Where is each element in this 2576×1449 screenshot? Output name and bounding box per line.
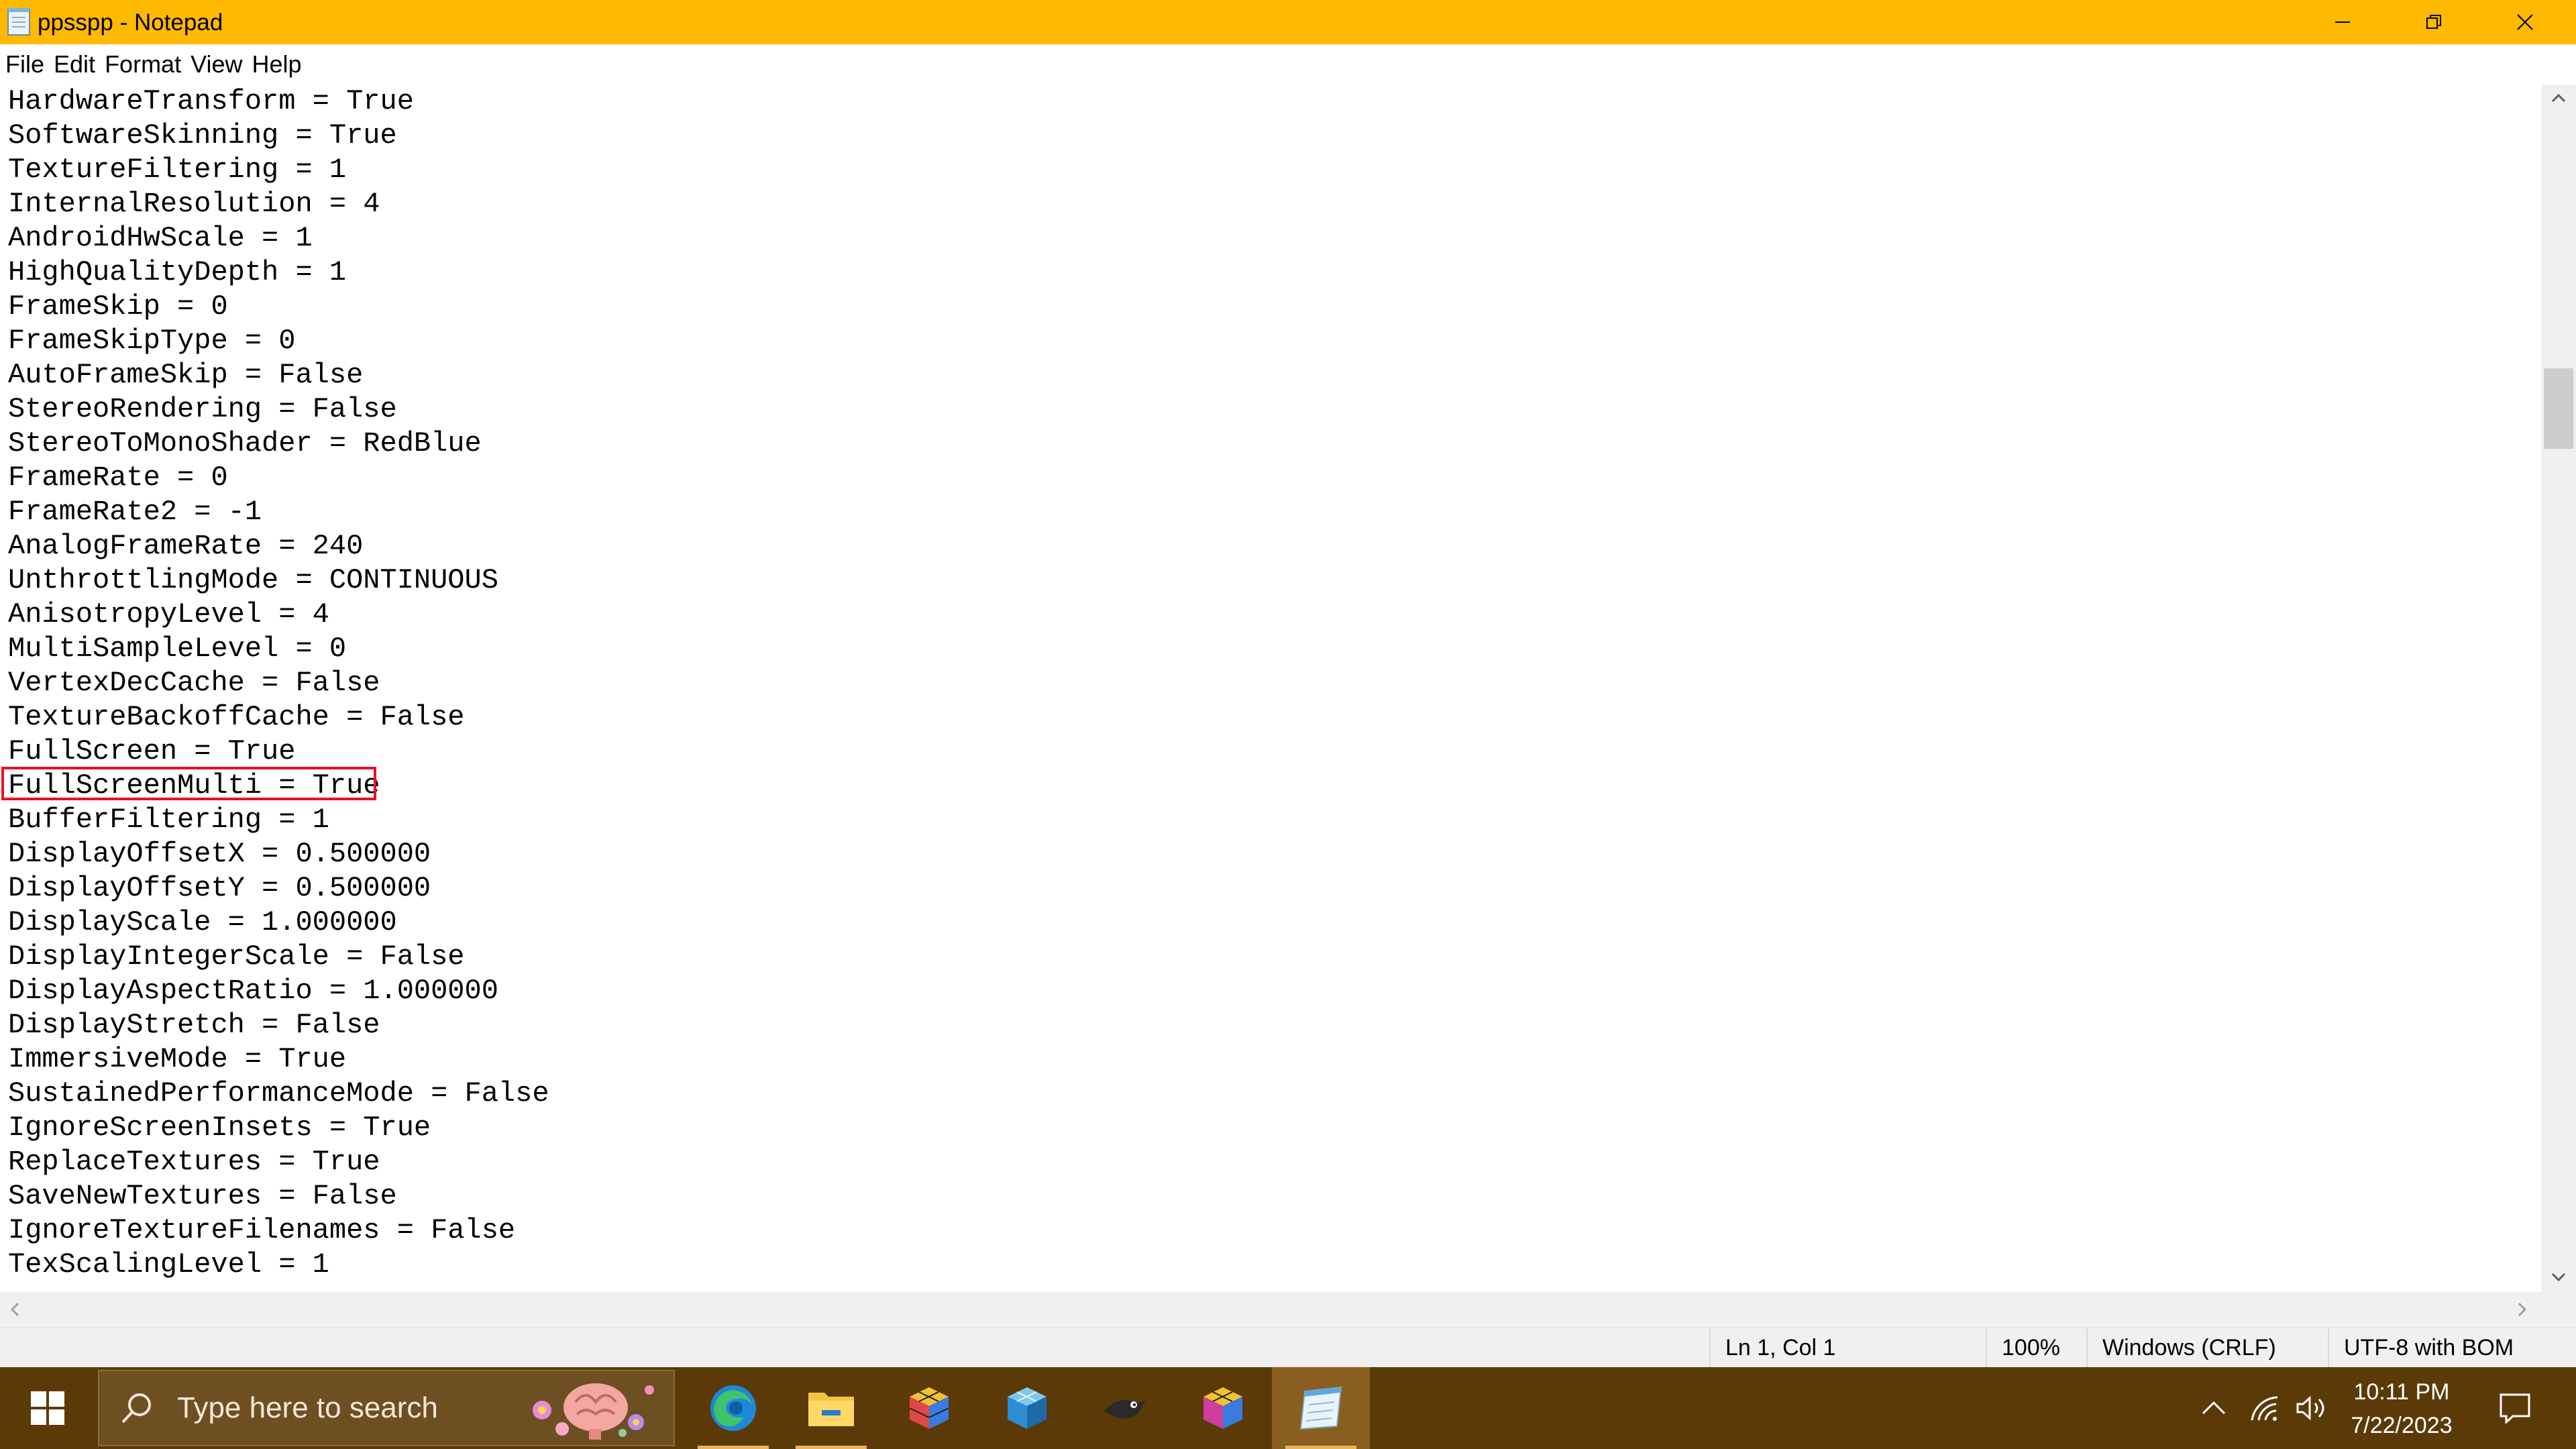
editor-line: SustainedPerformanceMode = False <box>8 1077 549 1110</box>
taskbar-file-explorer-button[interactable] <box>782 1367 880 1449</box>
notepad-app-icon <box>7 8 30 36</box>
editor-line: DisplayIntegerScale = False <box>8 941 465 973</box>
editor-line: UnthrottlingMode = CONTINUOUS <box>8 564 498 596</box>
vertical-scrollbar[interactable] <box>2541 85 2576 1292</box>
taskbar-notepad-button[interactable] <box>1272 1367 1370 1449</box>
search-highlight-doodle-icon <box>533 1383 654 1440</box>
editor-line: TextureFiltering = 1 <box>8 154 347 186</box>
windows-logo-icon <box>31 1391 64 1425</box>
editor-line: MultiSampleLevel = 0 <box>8 633 347 665</box>
status-bar: Ln 1, Col 1 100% Windows (CRLF) UTF-8 wi… <box>0 1327 2576 1367</box>
search-icon <box>121 1393 151 1424</box>
minimize-button[interactable] <box>2297 0 2388 44</box>
network-button[interactable] <box>2245 1367 2285 1449</box>
editor-line: HardwareTransform = True <box>8 85 414 117</box>
editor-line: AutoFrameSkip = False <box>8 359 364 391</box>
cube-app-icon <box>909 1387 949 1429</box>
status-encoding: UTF-8 with BOM <box>2328 1328 2576 1367</box>
action-center-button[interactable] <box>2486 1367 2544 1449</box>
highlight-annotation-box <box>1 767 376 800</box>
taskbar-cube-app-button-2[interactable] <box>1174 1367 1272 1449</box>
editor-line: SoftwareSkinning = True <box>8 119 397 152</box>
edge-icon <box>710 1385 756 1431</box>
editor-line: FrameSkipType = 0 <box>8 325 296 357</box>
vertical-scroll-thumb[interactable] <box>2544 368 2573 449</box>
notepad-icon <box>1299 1386 1342 1430</box>
editor-line: FrameRate2 = -1 <box>8 496 262 528</box>
taskbar-edge-button[interactable] <box>684 1367 782 1449</box>
cube-app-icon-2 <box>1203 1387 1242 1429</box>
editor-line: StereoToMonoShader = RedBlue <box>8 427 482 460</box>
taskbar: Type here to search 10:11 PM 7/22/2023 <box>0 1367 2576 1449</box>
editor-line: BufferFiltering = 1 <box>8 804 329 836</box>
taskbar-blue-cube-app-button[interactable] <box>978 1367 1076 1449</box>
editor-line: InternalResolution = 4 <box>8 188 380 220</box>
menu-edit[interactable]: Edit <box>48 44 99 85</box>
horizontal-scrollbar[interactable] <box>0 1292 2541 1327</box>
editor-line: AndroidHwScale = 1 <box>8 222 313 254</box>
editor-line: ImmersiveMode = True <box>8 1043 347 1075</box>
scroll-left-icon[interactable] <box>9 1301 20 1318</box>
volume-button[interactable] <box>2292 1367 2332 1449</box>
editor-line: TextureBackoffCache = False <box>8 701 465 733</box>
scrollbar-corner <box>2541 1292 2576 1327</box>
chevron-up-icon <box>2202 1401 2226 1415</box>
search-placeholder: Type here to search <box>177 1391 438 1424</box>
editor-line: DisplayOffsetY = 0.500000 <box>8 872 431 904</box>
editor-line: ReplaceTextures = True <box>8 1146 380 1178</box>
editor-line: FrameRate = 0 <box>8 462 228 494</box>
notification-icon <box>2500 1393 2530 1424</box>
editor-line: VertexDecCache = False <box>8 667 380 699</box>
start-button[interactable] <box>0 1367 95 1449</box>
editor-line: IgnoreScreenInsets = True <box>8 1112 431 1144</box>
editor-line: TexScalingLevel = 1 <box>8 1248 329 1281</box>
close-icon <box>2517 14 2533 30</box>
editor-line: StereoRendering = False <box>8 393 397 425</box>
window-title: ppsspp - Notepad <box>38 9 223 36</box>
text-editor[interactable]: HardwareTransform = True SoftwareSkinnin… <box>0 85 2541 1292</box>
close-button[interactable] <box>2479 0 2571 44</box>
minimize-icon <box>2335 21 2350 23</box>
menu-format[interactable]: Format <box>99 44 185 85</box>
menu-bar: File Edit Format View Help <box>0 44 2576 85</box>
editor-line: DisplayScale = 1.000000 <box>8 906 397 938</box>
taskbar-crow-app-button[interactable] <box>1076 1367 1174 1449</box>
menu-file[interactable]: File <box>0 44 48 85</box>
editor-line: AnalogFrameRate = 240 <box>8 530 364 562</box>
status-zoom: 100% <box>1986 1328 2086 1367</box>
editor-line: AnisotropyLevel = 4 <box>8 598 329 631</box>
taskbar-clock[interactable]: 10:11 PM 7/22/2023 <box>2334 1375 2469 1442</box>
status-line-ending: Windows (CRLF) <box>2086 1328 2334 1367</box>
clock-time: 10:11 PM <box>2353 1379 2450 1405</box>
speaker-icon <box>2296 1395 2324 1421</box>
restore-button[interactable] <box>2388 0 2479 44</box>
editor-line: DisplayOffsetX = 0.500000 <box>8 838 431 870</box>
file-explorer-icon <box>808 1393 854 1426</box>
clock-date: 7/22/2023 <box>2351 1413 2453 1438</box>
taskbar-cube-app-button[interactable] <box>880 1367 978 1449</box>
restore-icon <box>2426 15 2441 29</box>
scroll-right-icon[interactable] <box>2517 1301 2528 1318</box>
editor-line: HighQualityDepth = 1 <box>8 256 347 288</box>
show-hidden-icons-button[interactable] <box>2194 1367 2234 1449</box>
scroll-up-icon[interactable] <box>2551 93 2567 103</box>
editor-line: IgnoreTextureFilenames = False <box>8 1214 516 1246</box>
crow-app-icon <box>1104 1399 1146 1419</box>
editor-line: DisplayAspectRatio = 1.000000 <box>8 975 498 1007</box>
status-cursor-position: Ln 1, Col 1 <box>1709 1328 1998 1367</box>
taskbar-search-box[interactable]: Type here to search <box>98 1370 675 1446</box>
blue-cube-app-icon <box>1008 1387 1046 1429</box>
menu-help[interactable]: Help <box>246 44 305 85</box>
editor-line: FullScreen = True <box>8 735 296 767</box>
title-bar[interactable]: ppsspp - Notepad <box>0 0 2576 44</box>
editor-line: SaveNewTextures = False <box>8 1180 397 1212</box>
editor-line: DisplayStretch = False <box>8 1009 380 1041</box>
wifi-icon <box>2251 1396 2278 1421</box>
menu-view[interactable]: View <box>185 44 246 85</box>
scroll-down-icon[interactable] <box>2551 1272 2567 1283</box>
editor-line: FrameSkip = 0 <box>8 290 228 323</box>
